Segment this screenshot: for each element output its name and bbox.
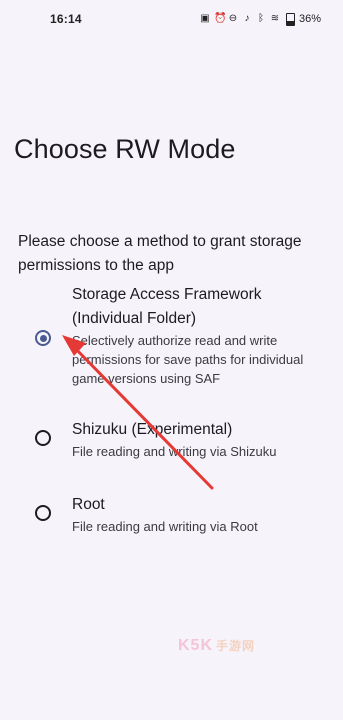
page-title: Choose RW Mode <box>14 134 236 164</box>
option-root-title: Root <box>72 496 105 513</box>
watermark-sub: 手游网 <box>216 639 256 653</box>
wifi-icon: ≋ <box>270 13 280 24</box>
option-shizuku-description: File reading and writing via Shizuku <box>72 444 277 459</box>
option-shizuku-title: Shizuku (Experimental) <box>72 421 233 438</box>
option-saf-title: Storage Access Framework (Individual Fol… <box>72 286 262 327</box>
bluetooth-icon: ᛒ <box>257 13 264 24</box>
radio-root[interactable] <box>35 505 51 521</box>
alarm-icon: ⏰ <box>213 13 227 24</box>
page-description: Please choose a method to grant storage … <box>18 233 302 274</box>
radio-shizuku[interactable] <box>35 430 51 446</box>
watermark-logo: K5K 手游网 <box>178 637 255 655</box>
option-root-description: File reading and writing via Root <box>72 519 258 534</box>
radio-saf[interactable] <box>35 330 51 346</box>
dnd-icon: ⊖ <box>228 13 238 24</box>
mute-icon: ♪ <box>244 13 250 24</box>
battery-percent: 36% <box>298 13 321 25</box>
option-saf-description: Selectively authorize read and write per… <box>72 333 304 386</box>
watermark-brand: K5K <box>178 637 214 654</box>
nfc-icon: ▣ <box>200 13 210 24</box>
battery-icon <box>285 12 295 26</box>
status-bar: 16:14 ▣ ⏰ ⊖ ♪ ᛒ ≋ 36% <box>0 0 343 38</box>
status-time: 16:14 <box>50 12 82 26</box>
status-icons: ▣ ⏰ ⊖ ♪ ᛒ ≋ 36% <box>200 12 321 26</box>
